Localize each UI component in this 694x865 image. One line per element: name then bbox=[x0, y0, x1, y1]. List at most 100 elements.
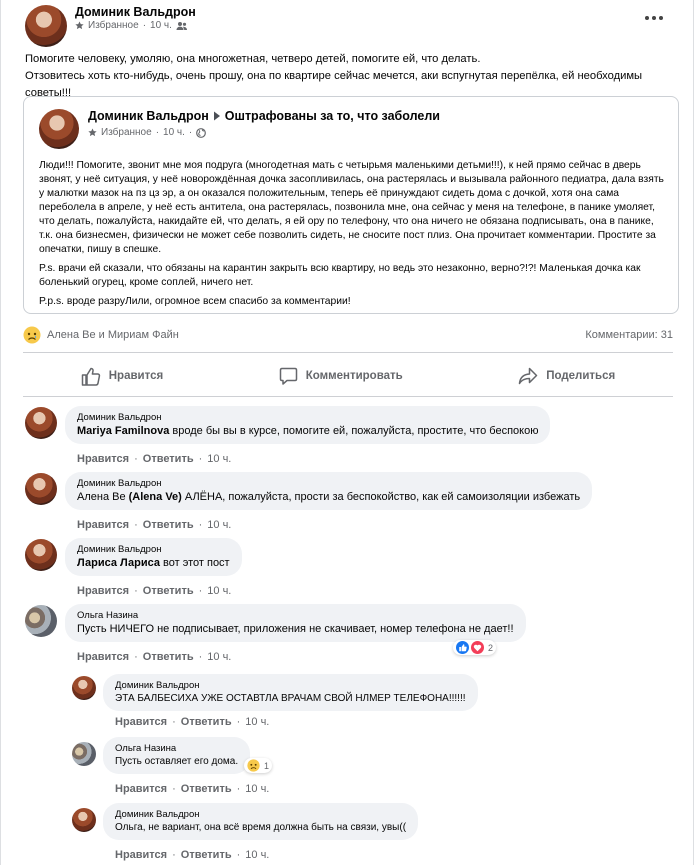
like-button[interactable]: Нравится bbox=[81, 360, 163, 392]
comment-icon bbox=[279, 367, 297, 385]
comment-reply-link[interactable]: Ответить bbox=[143, 519, 194, 531]
comment-text: Лариса Лариса вот этот пост bbox=[77, 557, 230, 569]
share-button[interactable]: Поделиться bbox=[518, 360, 615, 392]
comment-bubble: Ольга Назина Пусть НИЧЕГО не подписывает… bbox=[65, 604, 526, 642]
reply-like-link[interactable]: Нравится bbox=[115, 849, 167, 861]
shared-post[interactable]: Доминик Вальдрон Оштрафованы за то, что … bbox=[23, 96, 679, 314]
divider bbox=[23, 396, 673, 397]
reaction-count: 1 bbox=[264, 760, 270, 771]
reactions-summary[interactable]: Алена Ве и Мириам Файн bbox=[23, 326, 179, 344]
author-avatar[interactable] bbox=[25, 5, 67, 47]
shared-author-name[interactable]: Доминик Вальдрон bbox=[88, 109, 209, 123]
reply-like-link[interactable]: Нравится bbox=[115, 783, 167, 795]
post-meta: Избранное · 10 ч. bbox=[75, 20, 188, 31]
comment-button[interactable]: Комментировать bbox=[279, 360, 403, 392]
comment-like-link[interactable]: Нравится bbox=[77, 453, 129, 465]
shared-header: Доминик Вальдрон Оштрафованы за то, что … bbox=[88, 109, 440, 123]
mention-link[interactable]: Mariya Familnova bbox=[77, 425, 169, 437]
divider bbox=[23, 352, 673, 353]
author-name[interactable]: Доминик Вальдрон bbox=[75, 5, 196, 19]
favorite-label: Избранное bbox=[101, 127, 152, 138]
reply-time[interactable]: 10 ч. bbox=[245, 783, 269, 795]
comment-reply-link[interactable]: Ответить bbox=[143, 585, 194, 597]
post-text: Помогите человеку, умоляю, она многожетн… bbox=[25, 51, 675, 102]
reply-time[interactable]: 10 ч. bbox=[245, 716, 269, 728]
mention-link[interactable]: Лариса Лариса bbox=[77, 557, 160, 569]
reply-text: Ольга, не вариант, она всё время должна … bbox=[115, 822, 407, 833]
action-bar: Нравится Комментировать Поделиться bbox=[23, 360, 673, 392]
comment-like-link[interactable]: Нравится bbox=[77, 651, 129, 663]
comment-actions: Нравится · Ответить · 10 ч. bbox=[77, 519, 232, 531]
share-label: Поделиться bbox=[546, 370, 616, 382]
reply-avatar[interactable] bbox=[72, 676, 96, 700]
comments-count[interactable]: Комментарии: 31 bbox=[585, 329, 673, 341]
post-line-1: Помогите человеку, умоляю, она многожетн… bbox=[25, 53, 481, 65]
reply-reply-link[interactable]: Ответить bbox=[181, 783, 232, 795]
like-label: Нравится bbox=[108, 370, 164, 382]
reply-actions: Нравится · Ответить · 10 ч. bbox=[115, 716, 270, 728]
comment-time[interactable]: 10 ч. bbox=[207, 519, 231, 531]
reply-bubble: Ольга Назина Пусть оставляет его дома. bbox=[103, 737, 251, 774]
reply-text: ЭТА БАЛБЕСИХА УЖЕ ОСТАВТЛА ВРАЧАМ СВОЙ Н… bbox=[115, 693, 466, 704]
reaction-count: 2 bbox=[488, 642, 494, 653]
star-icon bbox=[75, 21, 84, 30]
comment-avatar[interactable] bbox=[25, 605, 57, 637]
reply-avatar[interactable] bbox=[72, 808, 96, 832]
comment-author[interactable]: Доминик Вальдрон bbox=[77, 478, 580, 489]
sad-reaction-icon bbox=[247, 759, 260, 772]
reply-author[interactable]: Доминик Вальдрон bbox=[115, 809, 406, 820]
reply-like-link[interactable]: Нравится bbox=[115, 716, 167, 728]
share-icon bbox=[518, 367, 538, 385]
reply-bubble: Доминик Вальдрон Ольга, не вариант, она … bbox=[103, 803, 419, 840]
comment-like-link[interactable]: Нравится bbox=[77, 585, 129, 597]
reply-author[interactable]: Ольга Назина bbox=[115, 743, 238, 754]
comment-bubble: Доминик Вальдрон Лариса Лариса вот этот … bbox=[65, 538, 242, 576]
reply-bubble: Доминик Вальдрон ЭТА БАЛБЕСИХА УЖЕ ОСТАВ… bbox=[103, 674, 478, 711]
reply-time[interactable]: 10 ч. bbox=[245, 849, 269, 861]
comment-reactions[interactable]: 2 bbox=[453, 640, 497, 655]
shared-paragraph-1: Люди!!! Помогите, звонит мне моя подруга… bbox=[39, 160, 664, 255]
comment-like-link[interactable]: Нравится bbox=[77, 519, 129, 531]
comment-bubble: Доминик Вальдрон Mariya Familnova вроде … bbox=[65, 406, 551, 444]
reply-actions: Нравится · Ответить · 10 ч. bbox=[115, 783, 270, 795]
arrow-right-icon bbox=[213, 111, 220, 121]
comment-author[interactable]: Доминик Вальдрон bbox=[77, 412, 538, 423]
comment-actions: Нравится · Ответить · 10 ч. bbox=[77, 585, 232, 597]
comment-actions: Нравится · Ответить · 10 ч. bbox=[77, 651, 232, 663]
star-icon bbox=[88, 128, 97, 137]
comment-author[interactable]: Доминик Вальдрон bbox=[77, 544, 230, 555]
comment-avatar[interactable] bbox=[25, 539, 57, 571]
comment-reply-link[interactable]: Ответить bbox=[143, 651, 194, 663]
mention-link[interactable]: (Alena Ve) bbox=[129, 491, 182, 503]
post-time[interactable]: 10 ч. bbox=[150, 20, 172, 31]
comment-text: Алена Ве (Alena Ve) АЛЁНА, пожалуйста, п… bbox=[77, 491, 581, 503]
more-options-icon[interactable] bbox=[645, 14, 665, 22]
reply-reactions[interactable]: 1 bbox=[244, 758, 273, 773]
reactions-bar: Алена Ве и Мириам Файн Комментарии: 31 bbox=[23, 325, 673, 345]
comment-reply-link[interactable]: Ответить bbox=[143, 453, 194, 465]
comment-author[interactable]: Ольга Назина bbox=[77, 610, 514, 621]
shared-author-avatar[interactable] bbox=[39, 109, 79, 149]
comment-avatar[interactable] bbox=[25, 473, 57, 505]
reply-avatar[interactable] bbox=[72, 742, 96, 766]
reply-reply-link[interactable]: Ответить bbox=[181, 716, 232, 728]
shared-group-name[interactable]: Оштрафованы за то, что заболели bbox=[225, 109, 440, 123]
comment-time[interactable]: 10 ч. bbox=[207, 585, 231, 597]
friends-icon bbox=[176, 21, 187, 30]
love-reaction-icon bbox=[471, 641, 484, 654]
comment-bubble: Доминик Вальдрон Алена Ве (Alena Ve) АЛЁ… bbox=[65, 472, 593, 510]
reply-author[interactable]: Доминик Вальдрон bbox=[115, 680, 466, 691]
reactors-text[interactable]: Алена Ве и Мириам Файн bbox=[47, 329, 179, 341]
reply-text: Пусть оставляет его дома. bbox=[115, 756, 239, 767]
favorite-label: Избранное bbox=[88, 20, 139, 31]
comment-time[interactable]: 10 ч. bbox=[207, 453, 231, 465]
comment-avatar[interactable] bbox=[25, 407, 57, 439]
sad-reaction-icon bbox=[23, 326, 41, 344]
shared-paragraph-3: P.p.s. вроде разруЛили, огромное всем сп… bbox=[39, 296, 351, 307]
shared-time[interactable]: 10 ч. bbox=[163, 127, 185, 138]
comment-time[interactable]: 10 ч. bbox=[207, 651, 231, 663]
reply-reply-link[interactable]: Ответить bbox=[181, 849, 232, 861]
comment-text: Пусть НИЧЕГО не подписывает, приложения … bbox=[77, 623, 514, 635]
shared-paragraph-2: P.s. врачи ей сказали, что обязаны на ка… bbox=[39, 263, 641, 288]
shared-body: Люди!!! Помогите, звонит мне моя подруга… bbox=[39, 159, 669, 309]
